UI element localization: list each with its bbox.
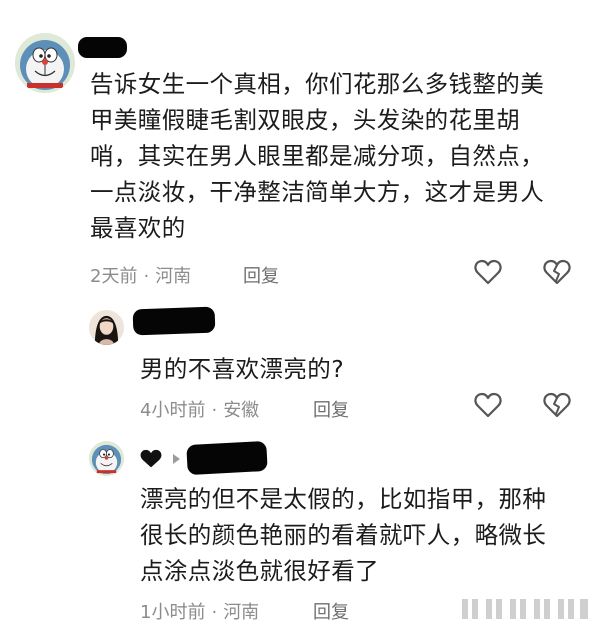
redacted-username bbox=[78, 37, 127, 58]
redacted-username bbox=[132, 306, 216, 336]
reply-text: 男的不喜欢漂亮的? bbox=[140, 355, 345, 383]
reply-location: 河南 bbox=[223, 602, 260, 623]
watermark bbox=[462, 596, 592, 622]
reply-location: 安徽 bbox=[223, 400, 260, 421]
reply-item: 男的不喜欢漂亮的? 4小时前 · 安徽 回复 bbox=[0, 300, 600, 435]
reply-time: 1小时前 bbox=[140, 602, 206, 623]
comment-meta: 2天前 · 河南 bbox=[90, 262, 191, 288]
reply-arrow-icon bbox=[173, 454, 180, 464]
reply-item: 漂亮的但不是太假的，比如指甲，那种很长的颜色艳丽的看着就吓人，略微长点涂点淡色就… bbox=[0, 435, 600, 630]
heart-filled-icon bbox=[139, 449, 163, 473]
reply-meta: 1小时前 · 河南 bbox=[140, 598, 259, 624]
meta-separator: · bbox=[143, 266, 150, 287]
reply-meta: 4小时前 · 安徽 bbox=[140, 396, 259, 422]
reply-text: 漂亮的但不是太假的，比如指甲，那种很长的颜色艳丽的看着就吓人，略微长点涂点淡色就… bbox=[140, 485, 547, 585]
broken-heart-icon[interactable] bbox=[543, 259, 571, 285]
meta-separator: · bbox=[211, 602, 218, 623]
comment-text: 告诉女生一个真相，你们花那么多钱整的美甲美瞳假睫毛割双眼皮，头发染的花里胡哨，其… bbox=[90, 70, 545, 242]
comment-item: 告诉女生一个真相，你们花那么多钱整的美甲美瞳假睫毛割双眼皮，头发染的花里胡哨，其… bbox=[0, 0, 600, 300]
avatar[interactable] bbox=[89, 441, 124, 476]
comment-location: 河南 bbox=[155, 266, 192, 287]
doraemon-avatar-icon bbox=[89, 441, 124, 476]
meta-separator: · bbox=[211, 400, 218, 421]
reply-button[interactable]: 回复 bbox=[313, 598, 349, 624]
comment-time: 2天前 bbox=[90, 266, 138, 287]
reply-time: 4小时前 bbox=[140, 400, 206, 421]
avatar[interactable] bbox=[15, 33, 75, 93]
avatar[interactable] bbox=[89, 310, 124, 345]
redacted-username bbox=[186, 440, 268, 476]
reply-button[interactable]: 回复 bbox=[313, 396, 349, 422]
doraemon-avatar-icon bbox=[15, 33, 75, 93]
portrait-avatar-icon bbox=[89, 310, 124, 345]
broken-heart-icon[interactable] bbox=[543, 392, 571, 418]
heart-outline-icon[interactable] bbox=[474, 392, 502, 418]
heart-outline-icon[interactable] bbox=[474, 259, 502, 285]
reply-button[interactable]: 回复 bbox=[243, 262, 279, 288]
